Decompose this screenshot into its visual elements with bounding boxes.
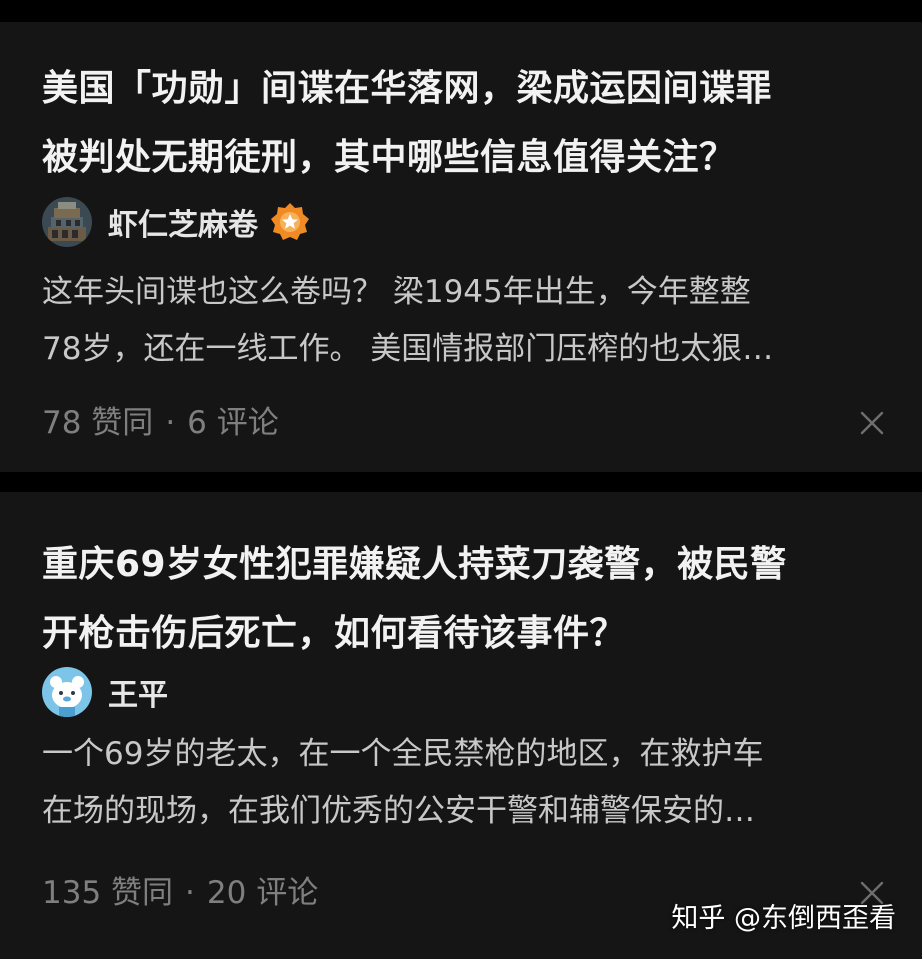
upvote-count: 78 赞同: [42, 405, 154, 441]
title-line: 美国「功勋」间谍在华落网，梁成运因间谍罪: [42, 68, 773, 109]
question-title[interactable]: 重庆69岁女性犯罪嫌疑人持菜刀袭警，被民警 开枪击伤后死亡，如何看待该事件？: [42, 530, 880, 668]
title-line: 被判处无期徒刑，其中哪些信息值得关注？: [42, 137, 736, 178]
feed-card[interactable]: 美国「功勋」间谍在华落网，梁成运因间谍罪 被判处无期徒刑，其中哪些信息值得关注？: [0, 22, 922, 472]
excerpt-line: 78岁，还在一线工作。 美国情报部门压榨的也太狠…: [42, 331, 774, 367]
author-row[interactable]: 虾仁芝麻卷: [42, 196, 310, 248]
author-row[interactable]: 王平: [42, 666, 168, 718]
excerpt-line: 在场的现场，在我们优秀的公安干警和辅警保安的…: [42, 793, 755, 829]
answer-meta: 135 赞同 · 20 评论: [42, 873, 318, 913]
cartoon-bear-avatar-icon[interactable]: [42, 667, 92, 717]
upvote-count: 135 赞同: [42, 875, 174, 911]
meta-separator: ·: [165, 405, 176, 441]
author-name[interactable]: 虾仁芝麻卷: [108, 200, 258, 244]
comment-count[interactable]: 20 评论: [207, 875, 318, 911]
answer-feed: 美国「功勋」间谍在华落网，梁成运因间谍罪 被判处无期徒刑，其中哪些信息值得关注？: [0, 0, 922, 959]
title-line: 重庆69岁女性犯罪嫌疑人持菜刀袭警，被民警: [42, 544, 787, 585]
title-line: 开枪击伤后死亡，如何看待该事件？: [42, 613, 627, 654]
answer-excerpt[interactable]: 这年头间谍也这么卷吗？ 梁1945年出生，今年整整 78岁，还在一线工作。 美国…: [42, 264, 882, 378]
excerpt-line: 一个69岁的老太，在一个全民禁枪的地区，在救护车: [42, 736, 764, 772]
meta-separator: ·: [185, 875, 195, 911]
answer-meta: 78 赞同 · 6 评论: [42, 403, 279, 443]
excerpt-line: 这年头间谍也这么卷吗？ 梁1945年出生，今年整整: [42, 274, 751, 310]
author-name[interactable]: 王平: [108, 670, 168, 714]
answer-excerpt[interactable]: 一个69岁的老太，在一个全民禁枪的地区，在救护车 在场的现场，在我们优秀的公安干…: [42, 726, 882, 840]
comment-count[interactable]: 6 评论: [187, 405, 279, 441]
platform-watermark: 知乎 @东倒西歪看: [671, 903, 896, 934]
close-icon[interactable]: [858, 409, 886, 437]
bookshelf-avatar-icon[interactable]: [42, 197, 92, 247]
verified-badge-icon: [270, 202, 310, 242]
question-title[interactable]: 美国「功勋」间谍在华落网，梁成运因间谍罪 被判处无期徒刑，其中哪些信息值得关注？: [42, 54, 880, 192]
feed-card[interactable]: 重庆69岁女性犯罪嫌疑人持菜刀袭警，被民警 开枪击伤后死亡，如何看待该事件？ 王…: [0, 492, 922, 959]
